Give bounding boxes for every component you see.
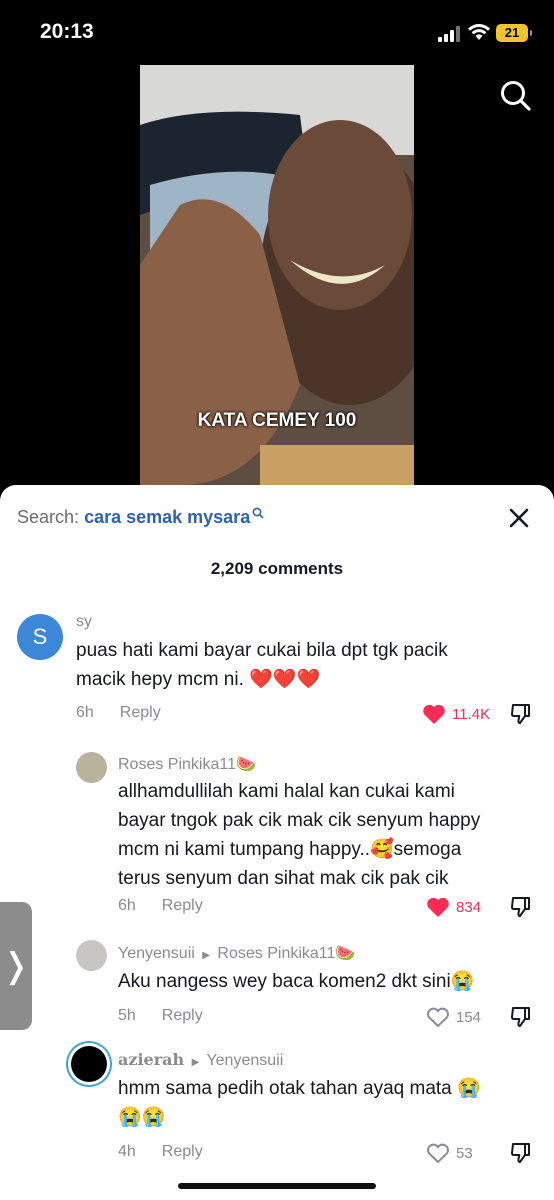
search-icon[interactable] (498, 78, 532, 112)
comment-item: S sy puas hati kami bayar cukai bila dpt… (0, 605, 554, 735)
comment-username-text: azierah (118, 1050, 185, 1069)
reply-button[interactable]: Reply (162, 897, 203, 914)
avatar[interactable] (76, 752, 107, 783)
comment-text: puas hati kami bayar cukai bila dpt tgk … (76, 636, 448, 694)
status-bar: 20:13 21 (0, 0, 554, 64)
like-count: 53 (456, 1144, 473, 1162)
search-icon (252, 507, 264, 519)
side-panel-handle[interactable]: ❭ (0, 902, 32, 1030)
like-count: 834 (456, 898, 482, 916)
comment-username[interactable]: azierah ▶ Yenyensuii (118, 1050, 283, 1070)
search-query[interactable]: cara semak mysara (84, 507, 250, 527)
comment-text-line: hmm sama pedih otak tahan ayaq mata 😭 (118, 1078, 481, 1099)
comment-meta: 6h Reply (76, 704, 161, 722)
signal-icon (438, 26, 460, 42)
like-button[interactable]: 154 (426, 1006, 481, 1028)
like-button[interactable]: 53 (426, 1142, 473, 1164)
heart-outline-icon (427, 1143, 449, 1164)
avatar[interactable] (71, 1046, 107, 1082)
comments-sheet: Search: cara semak mysara 2,209 comments… (0, 485, 554, 1200)
comment-username[interactable]: sy (76, 613, 92, 631)
reply-to-username[interactable]: Roses Pinkika11🍉 (217, 945, 355, 962)
comment-username-text: Yenyensuii (118, 945, 195, 962)
comment-text-line: Aku nangess wey baca komen2 dkt sini😭 (118, 971, 475, 992)
dislike-icon[interactable] (509, 895, 533, 919)
home-indicator[interactable] (178, 1183, 376, 1189)
reply-to-username[interactable]: Yenyensuii (206, 1052, 283, 1069)
heart-outline-icon (427, 1007, 449, 1028)
comment-time: 5h (118, 1007, 136, 1024)
comment-item: Roses Pinkika11🍉 allhamdullilah kami hal… (0, 747, 554, 927)
comment-text-line: 😭😭 (118, 1107, 166, 1128)
like-button[interactable]: 11.4K (422, 703, 490, 725)
status-time: 20:13 (40, 20, 94, 43)
comment-text: allhamdullilah kami halal kan cukai kami… (118, 777, 480, 893)
battery-indicator: 21 (496, 24, 532, 42)
reply-button[interactable]: Reply (162, 1007, 203, 1024)
comment-text-line: terus senyum dan sihat mak cik pak cik (118, 868, 449, 889)
chevron-right-icon: ❭ (1, 947, 31, 985)
close-icon[interactable] (508, 507, 530, 529)
reply-button[interactable]: Reply (162, 1143, 203, 1160)
like-button[interactable]: 834 (426, 896, 481, 918)
reply-arrow-icon: ▶ (191, 1057, 200, 1068)
like-count: 11.4K (452, 705, 491, 723)
comment-text-line: bayar tngok pak cik mak cik senyum happy (118, 810, 481, 831)
reply-arrow-icon: ▶ (202, 950, 210, 961)
comment-item: Yenyensuii ▶ Roses Pinkika11🍉 Aku nanges… (0, 938, 554, 1038)
avatar[interactable]: S (17, 614, 63, 660)
comment-count: 2,209 comments (210, 559, 344, 578)
dislike-icon[interactable] (509, 1005, 533, 1029)
dislike-icon[interactable] (509, 1141, 533, 1165)
wifi-icon (468, 24, 490, 40)
comment-meta: 5h Reply (118, 1007, 203, 1025)
reply-button[interactable]: Reply (120, 704, 161, 721)
search-suggestion[interactable]: Search: cara semak mysara (17, 507, 264, 528)
comment-time: 6h (76, 704, 94, 721)
comment-text-line: mcm ni kami tumpang happy..🥰semoga (118, 839, 462, 860)
dislike-icon[interactable] (509, 702, 533, 726)
comment-text-line: macik hepy mcm ni. ❤️❤️❤️ (76, 669, 321, 690)
heart-icon (427, 897, 449, 917)
comment-meta: 4h Reply (118, 1143, 203, 1161)
comment-meta: 6h Reply (118, 897, 203, 915)
search-label: Search: (17, 507, 80, 527)
video-caption: KATA CEMEY 100 (197, 410, 357, 431)
heart-icon (423, 704, 445, 724)
comment-text-line: allhamdullilah kami halal kan cukai kami (118, 781, 455, 802)
comment-time: 4h (118, 1143, 136, 1160)
comment-item: azierah ▶ Yenyensuii hmm sama pedih otak… (0, 1045, 554, 1175)
comment-text-line: puas hati kami bayar cukai bila dpt tgk … (76, 640, 448, 661)
video-player[interactable]: KATA CEMEY 100 (140, 65, 414, 485)
comment-text: Aku nangess wey baca komen2 dkt sini😭 (118, 967, 474, 996)
avatar[interactable] (76, 940, 107, 971)
comment-username[interactable]: Yenyensuii ▶ Roses Pinkika11🍉 (118, 943, 355, 963)
comment-username[interactable]: Roses Pinkika11🍉 (118, 754, 256, 774)
like-count: 154 (456, 1008, 482, 1026)
comment-text: hmm sama pedih otak tahan ayaq mata 😭 😭😭 (118, 1074, 481, 1132)
comment-time: 6h (118, 897, 136, 914)
